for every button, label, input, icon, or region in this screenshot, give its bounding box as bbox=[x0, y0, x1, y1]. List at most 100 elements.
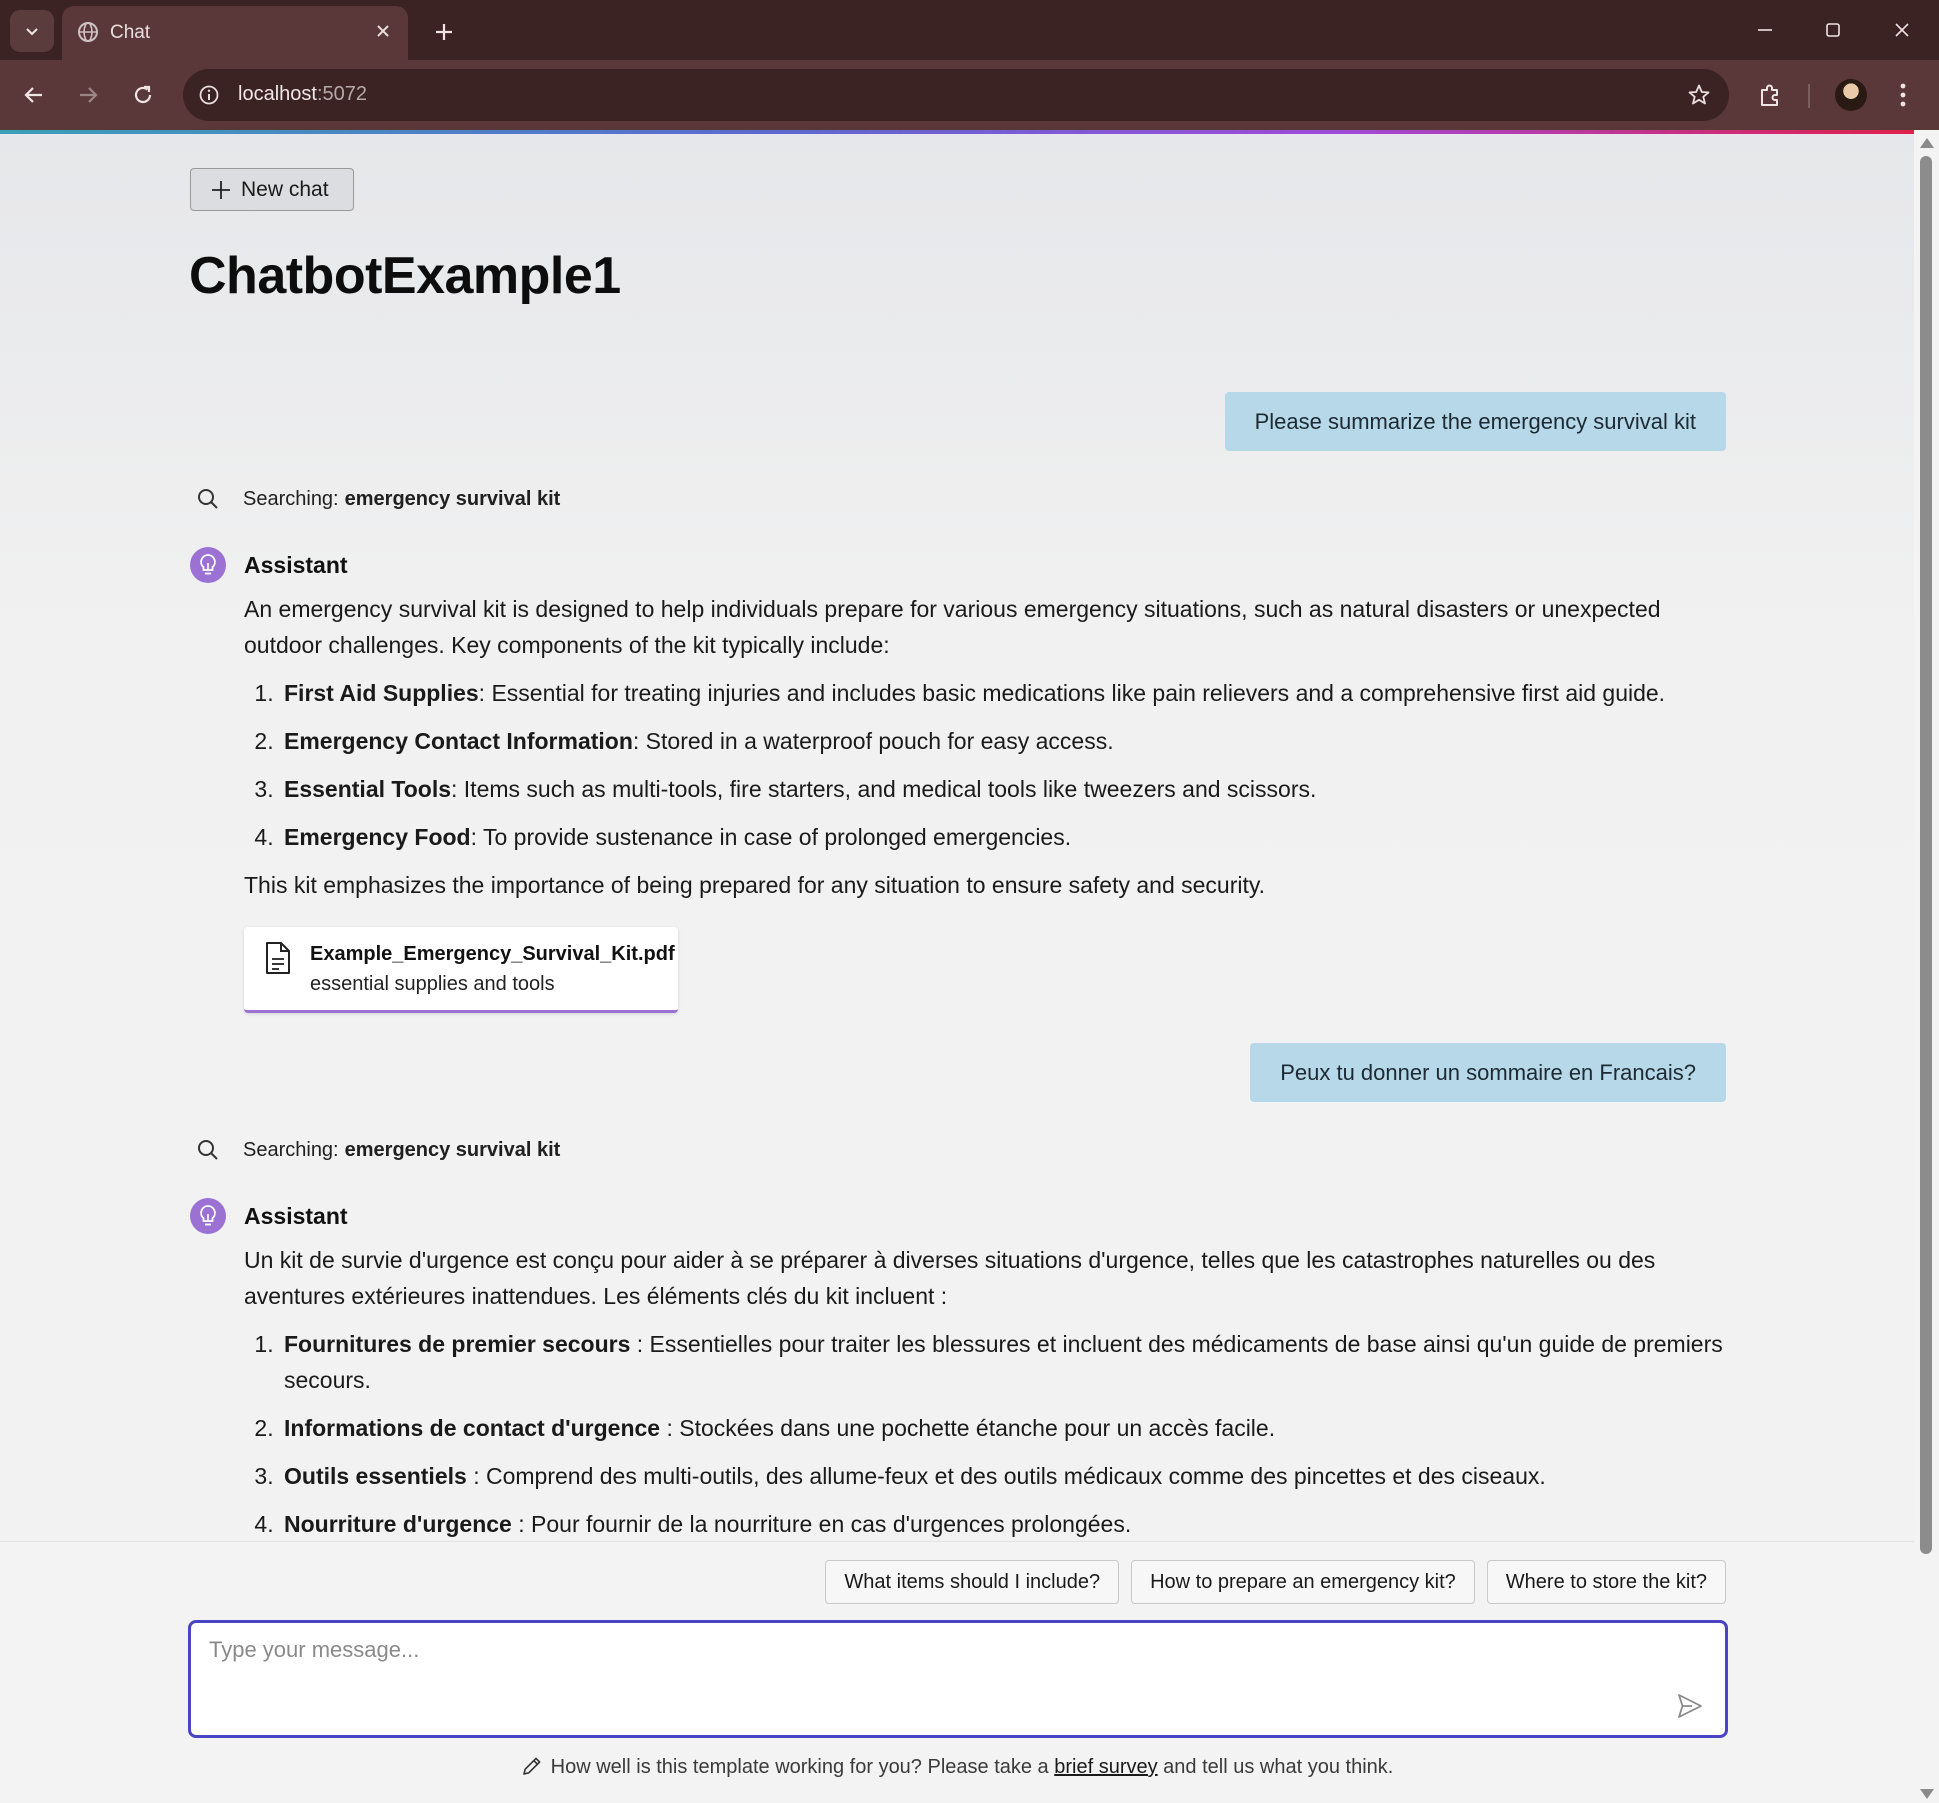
survey-prompt: How well is this template working for yo… bbox=[0, 1755, 1914, 1779]
citation-filename: Example_Emergency_Survival_Kit.pdf bbox=[310, 943, 675, 965]
list-item-term: Outils essentiels bbox=[284, 1463, 467, 1489]
list-item-text: : Items such as multi-tools, fire starte… bbox=[451, 776, 1317, 802]
extensions-button[interactable] bbox=[1750, 75, 1790, 115]
list-item: Informations de contact d'urgence : Stoc… bbox=[280, 1410, 1730, 1446]
page-scrollbar[interactable] bbox=[1914, 134, 1939, 1803]
bookmark-star-icon[interactable] bbox=[1685, 81, 1713, 109]
suggestion-list: What items should I include? How to prep… bbox=[825, 1560, 1726, 1604]
suggestion-button[interactable]: What items should I include? bbox=[825, 1560, 1120, 1604]
list-item-text: : Comprend des multi-outils, des allume-… bbox=[466, 1463, 1546, 1489]
composer-area: What items should I include? How to prep… bbox=[0, 1541, 1914, 1803]
search-label: Searching: bbox=[243, 487, 339, 510]
response-intro: Un kit de survie d'urgence est conçu pou… bbox=[244, 1247, 1656, 1309]
user-message: Please summarize the emergency survival … bbox=[1224, 392, 1726, 451]
arrow-right-icon bbox=[80, 87, 98, 103]
list-item-term: Informations de contact d'urgence bbox=[284, 1415, 661, 1441]
survey-text-after: and tell us what you think. bbox=[1157, 1756, 1394, 1778]
tab-title: Chat bbox=[110, 22, 151, 43]
lightbulb-icon bbox=[200, 554, 216, 575]
browser-menu-button[interactable] bbox=[1883, 75, 1923, 115]
list-item-text: : Stockées dans une pochette étanche pou… bbox=[660, 1415, 1276, 1441]
response-closing: This kit emphasizes the importance of be… bbox=[244, 872, 1266, 898]
puzzle-icon bbox=[1761, 84, 1778, 106]
list-item-term: First Aid Supplies bbox=[284, 680, 479, 706]
list-item: Fournitures de premier secours : Essenti… bbox=[280, 1326, 1730, 1398]
close-window-button[interactable] bbox=[1878, 10, 1926, 50]
reload-button[interactable] bbox=[123, 75, 163, 115]
assistant-response: An emergency survival kit is designed to… bbox=[244, 591, 1730, 1013]
search-status: Searching: emergency survival kit bbox=[195, 1135, 560, 1165]
assistant-name: Assistant bbox=[244, 1203, 348, 1229]
back-button[interactable] bbox=[14, 75, 54, 115]
url-port: :5072 bbox=[316, 83, 367, 105]
citation-card[interactable]: Example_Emergency_Survival_Kit.pdf essen… bbox=[244, 927, 678, 1013]
send-button[interactable] bbox=[1673, 1689, 1707, 1723]
tab-close-button[interactable] bbox=[368, 16, 398, 46]
assistant-response: Un kit de survie d'urgence est conçu pou… bbox=[244, 1242, 1730, 1554]
toolbar-divider bbox=[1808, 84, 1810, 108]
globe-icon bbox=[78, 22, 98, 42]
list-item-text: : Essential for treating injuries and in… bbox=[478, 680, 1666, 706]
new-chat-label: New chat bbox=[241, 177, 329, 201]
scrollbar-thumb[interactable] bbox=[1920, 156, 1932, 1554]
list-item: Nourriture d'urgence : Pour fournir de l… bbox=[280, 1506, 1730, 1542]
scroll-down-arrow[interactable] bbox=[1920, 1789, 1934, 1799]
scroll-up-arrow[interactable] bbox=[1920, 138, 1934, 148]
list-item-term: Emergency Contact Information bbox=[284, 728, 633, 754]
response-list: Fournitures de premier secours : Essenti… bbox=[244, 1326, 1730, 1542]
new-tab-button[interactable] bbox=[424, 12, 464, 52]
url-host: localhost bbox=[238, 83, 317, 105]
maximize-icon bbox=[1826, 23, 1840, 37]
minimize-icon bbox=[1758, 29, 1772, 31]
maximize-button[interactable] bbox=[1809, 10, 1857, 50]
response-intro: An emergency survival kit is designed to… bbox=[244, 596, 1661, 658]
list-item-text: : To provide sustenance in case of prolo… bbox=[470, 824, 1072, 850]
arrow-left-icon bbox=[24, 87, 42, 103]
address-bar[interactable]: localhost:5072 bbox=[183, 69, 1729, 121]
browser-toolbar: localhost:5072 bbox=[0, 60, 1939, 130]
plus-icon bbox=[436, 24, 452, 40]
browser-tab[interactable]: Chat bbox=[62, 6, 408, 60]
search-label: Searching: bbox=[243, 1138, 339, 1161]
list-item-term: Essential Tools bbox=[284, 776, 452, 802]
message-input[interactable] bbox=[209, 1637, 1669, 1717]
survey-link[interactable]: brief survey bbox=[1054, 1756, 1157, 1778]
more-vertical-icon bbox=[1900, 83, 1906, 107]
assistant-avatar bbox=[190, 547, 226, 583]
site-info-icon[interactable] bbox=[195, 81, 223, 109]
suggestion-button[interactable]: Where to store the kit? bbox=[1486, 1560, 1726, 1604]
new-chat-button[interactable]: New chat bbox=[190, 168, 354, 211]
lightbulb-icon bbox=[200, 1205, 216, 1226]
list-item-term: Emergency Food bbox=[284, 824, 471, 850]
search-status: Searching: emergency survival kit bbox=[195, 484, 560, 514]
assistant-name: Assistant bbox=[244, 552, 348, 578]
list-item-term: Nourriture d'urgence bbox=[284, 1511, 512, 1537]
document-icon bbox=[266, 942, 290, 974]
url-text: localhost:5072 bbox=[238, 83, 367, 106]
message-composer bbox=[188, 1620, 1728, 1738]
plus-icon bbox=[212, 180, 230, 199]
list-item-text: : Stored in a waterproof pouch for easy … bbox=[632, 728, 1114, 754]
browser-tab-bar: Chat bbox=[0, 0, 1939, 60]
citation-description: essential supplies and tools bbox=[310, 973, 555, 995]
response-list: First Aid Supplies: Essential for treati… bbox=[244, 675, 1730, 855]
survey-text-before: How well is this template working for yo… bbox=[550, 1756, 1055, 1778]
list-item: Emergency Contact Information: Stored in… bbox=[280, 723, 1730, 759]
profile-avatar[interactable] bbox=[1835, 79, 1867, 111]
list-item: Emergency Food: To provide sustenance in… bbox=[280, 819, 1730, 855]
close-icon bbox=[1895, 23, 1909, 37]
close-icon bbox=[377, 25, 389, 37]
list-item: Outils essentiels : Comprend des multi-o… bbox=[280, 1458, 1730, 1494]
minimize-button[interactable] bbox=[1741, 10, 1789, 50]
pencil-icon bbox=[522, 1757, 541, 1775]
user-message: Peux tu donner un sommaire en Francais? bbox=[1250, 1043, 1726, 1102]
search-icon bbox=[198, 1140, 218, 1160]
reload-icon bbox=[134, 85, 152, 104]
send-icon bbox=[1678, 1694, 1702, 1718]
page-title: ChatbotExample1 bbox=[189, 247, 621, 305]
suggestion-button[interactable]: How to prepare an emergency kit? bbox=[1131, 1560, 1475, 1604]
list-item-text: : Pour fournir de la nourriture en cas d… bbox=[511, 1511, 1132, 1537]
search-icon bbox=[198, 489, 218, 509]
forward-button[interactable] bbox=[68, 75, 108, 115]
tab-search-button[interactable] bbox=[10, 10, 54, 52]
